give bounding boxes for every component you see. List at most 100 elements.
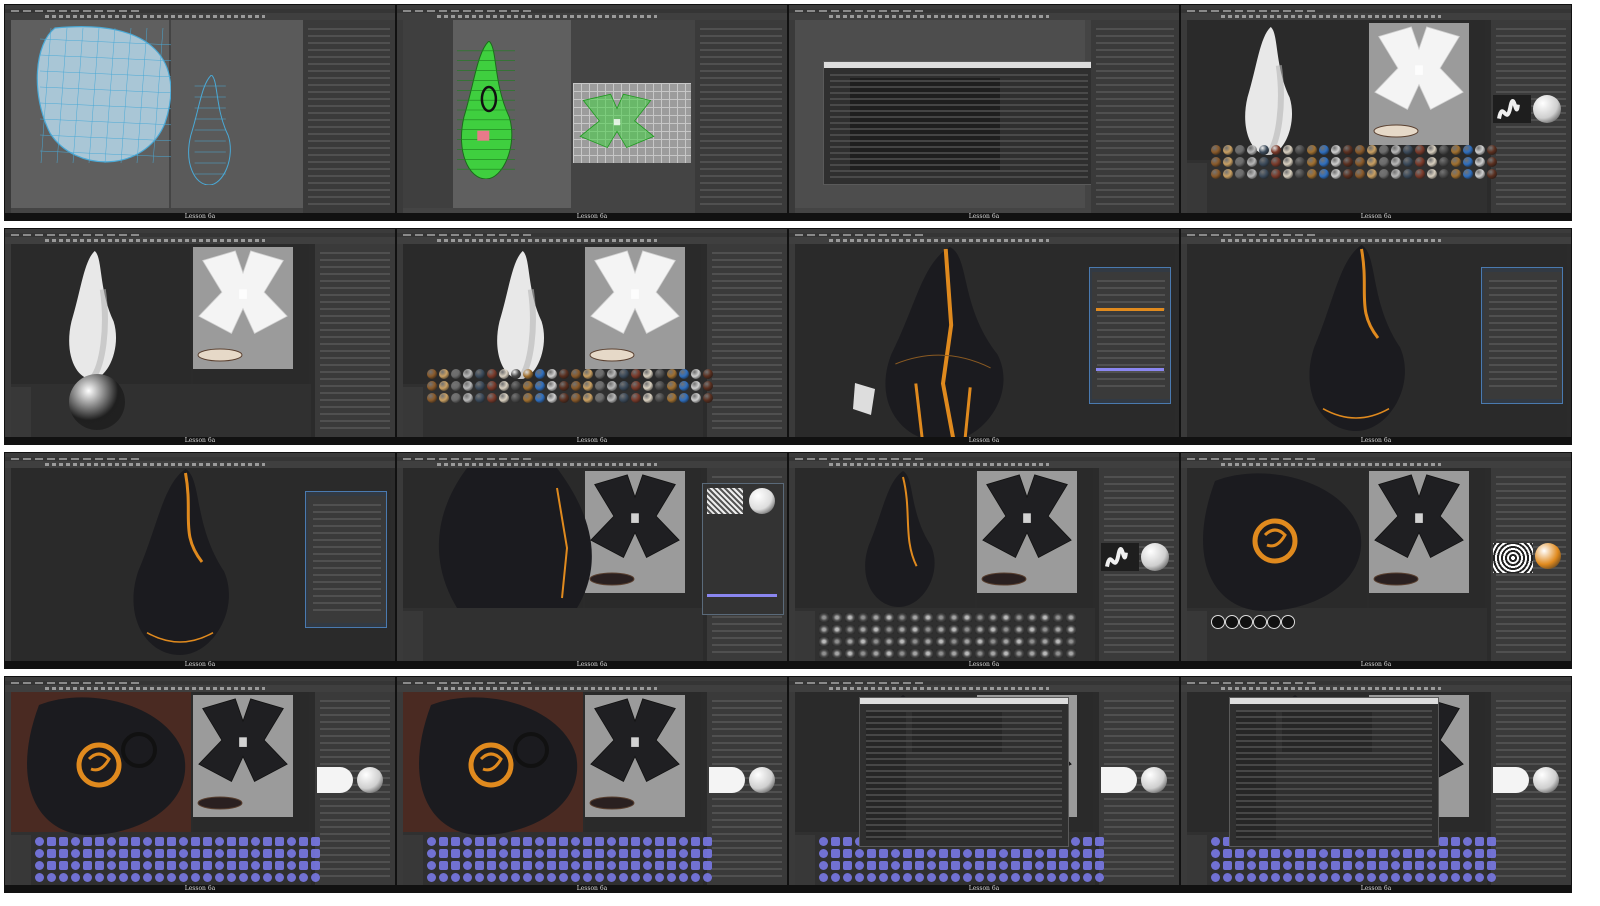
alpha-thumbnail[interactable] xyxy=(643,837,652,846)
material-swatch[interactable] xyxy=(607,393,617,403)
uv-texture-view[interactable] xyxy=(585,247,685,369)
material-swatch[interactable] xyxy=(619,393,629,403)
alpha-thumbnail[interactable] xyxy=(239,873,248,882)
alpha-thumbnail[interactable] xyxy=(655,861,664,870)
alpha-thumbnail[interactable] xyxy=(1403,849,1412,858)
alpha-thumbnail[interactable] xyxy=(927,849,936,858)
material-swatch[interactable] xyxy=(487,369,497,379)
alpha-thumbnail[interactable] xyxy=(71,837,80,846)
material-swatch[interactable] xyxy=(583,369,593,379)
alpha-thumbnail[interactable] xyxy=(1355,849,1364,858)
alpha-thumbnail[interactable] xyxy=(1475,873,1484,882)
alpha-thumbnail[interactable] xyxy=(703,849,712,858)
alpha-thumbnail[interactable] xyxy=(1235,873,1244,882)
export-textures-dialog[interactable] xyxy=(1229,697,1439,847)
alpha-thumbnail[interactable] xyxy=(1367,861,1376,870)
alpha-thumbnail[interactable] xyxy=(487,873,496,882)
alpha-thumbnail[interactable] xyxy=(1035,861,1044,870)
alpha-thumbnail[interactable] xyxy=(463,873,472,882)
alpha-thumbnail[interactable] xyxy=(1047,873,1056,882)
uv-texture-view[interactable] xyxy=(193,695,293,817)
alpha-thumbnail[interactable] xyxy=(35,837,44,846)
alpha-thumbnail[interactable] xyxy=(939,861,948,870)
alpha-thumbnail[interactable] xyxy=(311,861,320,870)
material-swatch[interactable] xyxy=(1379,145,1389,155)
material-swatch[interactable] xyxy=(1427,157,1437,167)
alpha-thumbnail[interactable] xyxy=(547,861,556,870)
brush-thumbnail[interactable] xyxy=(936,613,946,622)
brush-thumbnail[interactable] xyxy=(1014,649,1024,658)
alpha-thumbnail[interactable] xyxy=(299,861,308,870)
uv-editor[interactable] xyxy=(573,83,691,163)
alpha-thumbnail[interactable] xyxy=(691,861,700,870)
alpha-thumbnail[interactable] xyxy=(215,861,224,870)
alpha-thumbnail[interactable] xyxy=(95,873,104,882)
alpha-thumbnail[interactable] xyxy=(655,837,664,846)
alpha-thumbnail[interactable] xyxy=(879,849,888,858)
brush-thumbnail[interactable] xyxy=(962,625,972,634)
material-swatch[interactable] xyxy=(1307,169,1317,179)
alpha-thumbnail[interactable] xyxy=(1391,861,1400,870)
shelf-categories[interactable] xyxy=(1187,835,1207,885)
alpha-thumbnail[interactable] xyxy=(1439,873,1448,882)
shelf-toolbar[interactable] xyxy=(789,13,1179,20)
material-swatch[interactable] xyxy=(547,393,557,403)
properties-fields[interactable] xyxy=(308,496,386,623)
alpha-thumbnail[interactable] xyxy=(511,861,520,870)
alpha-thumbnail[interactable] xyxy=(1343,861,1352,870)
alpha-thumbnail[interactable] xyxy=(667,849,676,858)
tool-options-bar[interactable] xyxy=(789,685,1179,692)
properties-panel[interactable] xyxy=(305,491,387,628)
alpha-thumbnail[interactable] xyxy=(131,861,140,870)
material-swatch[interactable] xyxy=(535,381,545,391)
alpha-thumbnail[interactable] xyxy=(583,873,592,882)
tool-options-bar[interactable] xyxy=(397,461,787,468)
alpha-thumbnail[interactable] xyxy=(691,849,700,858)
brush-thumbnail[interactable] xyxy=(975,649,985,658)
material-swatch[interactable] xyxy=(667,369,677,379)
alpha-thumbnail[interactable] xyxy=(963,849,972,858)
alpha-thumbnail[interactable] xyxy=(1319,861,1328,870)
brush-thumbnail[interactable] xyxy=(1001,637,1011,646)
tool-options-bar[interactable] xyxy=(397,237,787,244)
alpha-thumbnail[interactable] xyxy=(1095,861,1104,870)
alpha-thumbnail[interactable] xyxy=(131,873,140,882)
alpha-thumbnail[interactable] xyxy=(179,861,188,870)
tool-options-bar[interactable] xyxy=(397,685,787,692)
material-swatch[interactable] xyxy=(1211,169,1221,179)
layer-stack-panel[interactable] xyxy=(315,244,395,437)
alpha-thumbnail[interactable] xyxy=(1235,861,1244,870)
material-swatch[interactable] xyxy=(631,369,641,379)
brush-thumbnail[interactable] xyxy=(949,625,959,634)
brush-thumbnail[interactable] xyxy=(1053,625,1063,634)
alpha-thumbnail[interactable] xyxy=(167,837,176,846)
material-swatch[interactable] xyxy=(1331,145,1341,155)
alpha-thumbnail[interactable] xyxy=(939,873,948,882)
alpha-thumbnail[interactable] xyxy=(855,873,864,882)
alpha-thumbnail[interactable] xyxy=(951,873,960,882)
shelf-panel[interactable] xyxy=(11,384,311,439)
brush-thumbnail[interactable] xyxy=(1001,649,1011,658)
alpha-thumbnail[interactable] xyxy=(1307,873,1316,882)
brush-thumbnail[interactable] xyxy=(897,625,907,634)
alpha-thumbnail[interactable] xyxy=(263,873,272,882)
alpha-thumbnail[interactable] xyxy=(287,861,296,870)
alpha-thumbnail[interactable] xyxy=(571,873,580,882)
material-swatch[interactable] xyxy=(655,381,665,391)
shelf-panel[interactable] xyxy=(403,608,703,663)
alpha-thumbnail[interactable] xyxy=(1083,861,1092,870)
alpha-thumbnail[interactable] xyxy=(1415,861,1424,870)
material-swatch[interactable] xyxy=(619,381,629,391)
alpha-thumbnail[interactable] xyxy=(179,837,188,846)
alpha-thumbnail[interactable] xyxy=(1047,861,1056,870)
alpha-thumbnail[interactable] xyxy=(167,873,176,882)
material-swatch[interactable] xyxy=(1271,157,1281,167)
material-swatch[interactable] xyxy=(1367,169,1377,179)
alpha-thumbnail[interactable] xyxy=(1071,873,1080,882)
alpha-thumbnail[interactable] xyxy=(59,873,68,882)
alpha-thumbnail[interactable] xyxy=(607,849,616,858)
alpha-thumbnail[interactable] xyxy=(131,837,140,846)
material-swatch[interactable] xyxy=(559,369,569,379)
alpha-thumbnail[interactable] xyxy=(595,873,604,882)
alpha-thumbnail[interactable] xyxy=(1451,849,1460,858)
